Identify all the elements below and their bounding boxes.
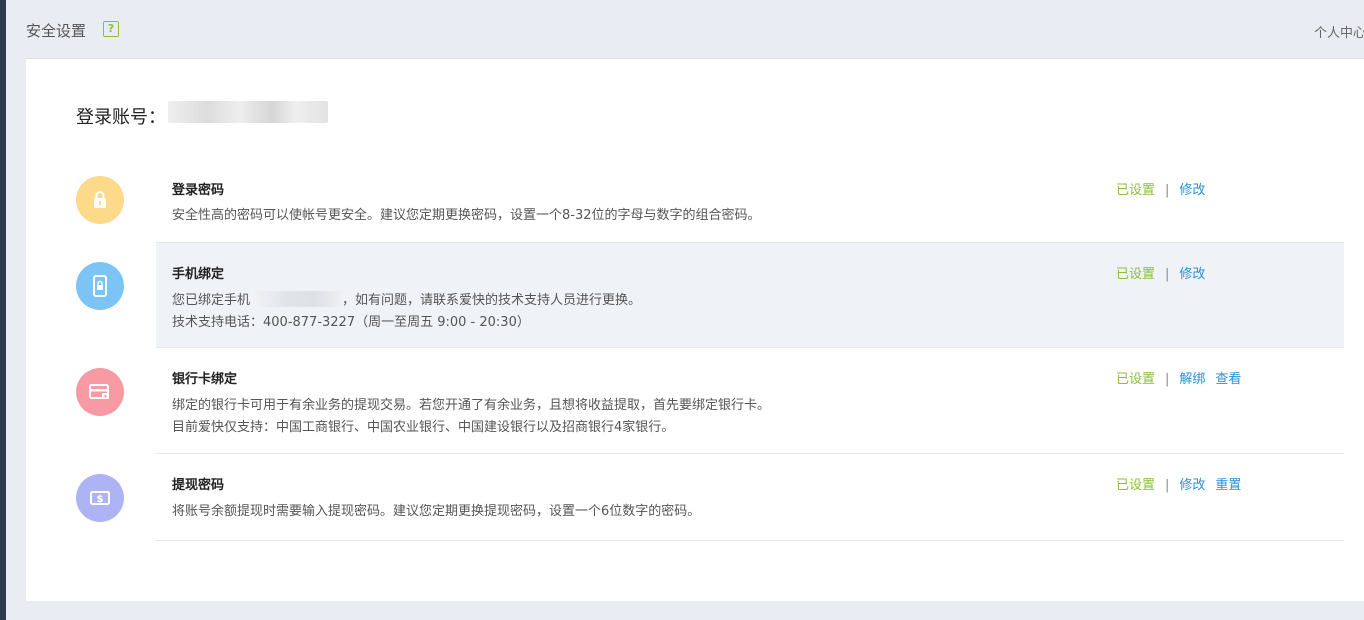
status-badge: 已设置 <box>1116 478 1156 493</box>
top-bar: 安全设置 ? 个人中心 <box>6 0 1364 58</box>
security-settings-card: 登录账号： 登录密码 安全性高的密码可以使帐号更安全。建议您定期更换密码，设置一… <box>26 58 1364 601</box>
item-description: 安全性高的密码可以使帐号更安全。建议您定期更换密码，设置一个8-32位的字母与数… <box>172 208 761 223</box>
item-title: 手机绑定 <box>172 267 225 282</box>
login-password-panel: 登录密码 安全性高的密码可以使帐号更安全。建议您定期更换密码，设置一个8-32位… <box>156 157 1344 243</box>
view-bank-card-link[interactable]: 查看 <box>1215 372 1241 387</box>
list-item-withdraw-password: $ 提现密码 将账号余额提现时需要输入提现密码。建议您定期更换提现密码，设置一个… <box>26 454 1344 541</box>
item-description: 您已绑定手机 ，如有问题，请联系爱快的技术支持人员进行更换。 <box>172 289 641 308</box>
page-title: 安全设置 <box>26 22 87 40</box>
phone-desc-suffix: ，如有问题，请联系爱快的技术支持人员进行更换。 <box>342 293 642 308</box>
bank-card-icon <box>76 368 124 416</box>
item-description: 将账号余额提现时需要输入提现密码。建议您定期更换提现密码，设置一个6位数字的密码… <box>172 504 701 519</box>
account-value-masked <box>168 101 328 123</box>
svg-text:$: $ <box>97 494 104 505</box>
status-badge: 已设置 <box>1116 267 1156 282</box>
item-description: 绑定的银行卡可用于有余业务的提现交易。若您开通了有余业务，且想将收益提取，首先要… <box>172 398 771 413</box>
withdraw-money-icon: $ <box>76 474 124 522</box>
status-badge: 已设置 <box>1116 183 1156 198</box>
list-item-bank-card: 银行卡绑定 绑定的银行卡可用于有余业务的提现交易。若您开通了有余业务，且想将收益… <box>26 348 1344 454</box>
login-account-label: 登录账号： <box>76 107 166 128</box>
bank-card-panel: 银行卡绑定 绑定的银行卡可用于有余业务的提现交易。若您开通了有余业务，且想将收益… <box>156 348 1344 454</box>
item-actions: 已设置 | 解绑 查看 <box>1116 368 1251 387</box>
help-icon[interactable]: ? <box>103 21 119 37</box>
phone-number-masked <box>250 291 343 307</box>
item-title: 银行卡绑定 <box>172 372 238 387</box>
support-phone-text: 技术支持电话：400-877-3227（周一至周五 9:00 - 20:30） <box>172 315 530 330</box>
item-actions: 已设置 | 修改 <box>1116 179 1215 198</box>
phone-lock-icon <box>76 262 124 310</box>
unbind-bank-card-link[interactable]: 解绑 <box>1179 372 1205 387</box>
phone-desc-prefix: 您已绑定手机 <box>172 293 251 308</box>
divider: | <box>1165 267 1170 282</box>
modify-withdraw-password-link[interactable]: 修改 <box>1179 478 1205 493</box>
list-item-phone-binding: 手机绑定 您已绑定手机 ，如有问题，请联系爱快的技术支持人员进行更换。 技术支持电… <box>26 242 1344 348</box>
divider: | <box>1165 183 1170 198</box>
item-actions: 已设置 | 修改 <box>1116 263 1215 282</box>
sidebar-edge <box>0 0 6 620</box>
divider: | <box>1165 372 1170 387</box>
modify-login-password-link[interactable]: 修改 <box>1179 183 1205 198</box>
login-account-row: 登录账号： <box>76 103 166 129</box>
supported-banks-text: 目前爱快仅支持：中国工商银行、中国农业银行、中国建设银行以及招商银行4家银行。 <box>172 420 675 435</box>
modify-phone-link[interactable]: 修改 <box>1179 267 1205 282</box>
status-badge: 已设置 <box>1116 372 1156 387</box>
reset-withdraw-password-link[interactable]: 重置 <box>1215 478 1241 493</box>
item-title: 登录密码 <box>172 183 225 198</box>
divider: | <box>1165 478 1170 493</box>
breadcrumb-personal-center[interactable]: 个人中心 <box>1314 22 1364 41</box>
item-actions: 已设置 | 修改 重置 <box>1116 474 1251 493</box>
list-item-login-password: 登录密码 安全性高的密码可以使帐号更安全。建议您定期更换密码，设置一个8-32位… <box>26 157 1344 243</box>
phone-binding-panel: 手机绑定 您已绑定手机 ，如有问题，请联系爱快的技术支持人员进行更换。 技术支持电… <box>156 242 1344 348</box>
withdraw-password-panel: 提现密码 将账号余额提现时需要输入提现密码。建议您定期更换提现密码，设置一个6位… <box>156 454 1344 541</box>
item-title: 提现密码 <box>172 478 225 493</box>
lock-icon <box>76 176 124 224</box>
